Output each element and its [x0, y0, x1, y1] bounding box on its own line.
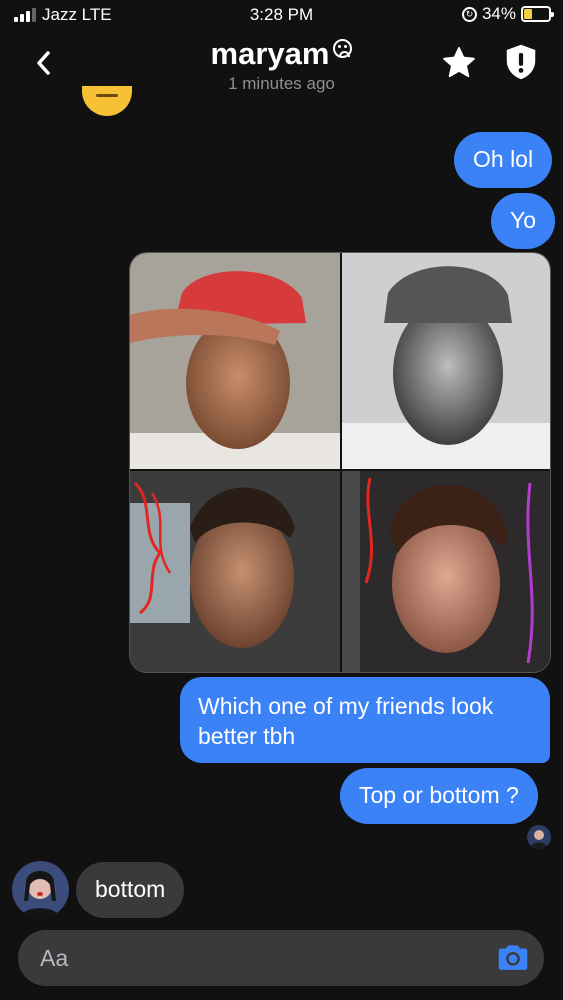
message-input[interactable] [40, 930, 460, 986]
message-bubble-outgoing[interactable]: Oh lol [454, 132, 553, 188]
message-bubble-outgoing[interactable]: Which one of my friends look better tbh [180, 677, 550, 763]
shield-alert-icon [506, 44, 536, 80]
emoji-reaction-partial [82, 86, 132, 116]
star-button[interactable] [440, 44, 478, 82]
orientation-lock-icon: ↻ [461, 6, 477, 22]
frown-icon [333, 39, 353, 58]
photo-message[interactable] [129, 252, 551, 673]
battery-area: ↻ 34% [461, 4, 554, 24]
photo-collage-image [130, 253, 550, 672]
message-composer [18, 930, 544, 986]
safety-shield-button[interactable] [503, 42, 539, 82]
battery-percent: 34% [481, 4, 516, 23]
status-bar: Jazz LTE 3:28 PM ↻ 34% [0, 0, 563, 30]
star-icon [443, 47, 475, 78]
message-bubble-outgoing[interactable]: Top or bottom ? [340, 768, 538, 824]
battery-level [524, 9, 533, 19]
message-bubble-incoming[interactable]: bottom [76, 862, 185, 918]
contact-avatar[interactable] [12, 861, 69, 918]
message-bubble-outgoing[interactable]: Yo [491, 193, 556, 249]
read-receipt-avatar [527, 825, 551, 849]
camera-button[interactable] [494, 939, 532, 977]
contact-name: maryam [210, 36, 330, 71]
camera-icon [498, 945, 528, 970]
battery-icon [521, 6, 554, 22]
